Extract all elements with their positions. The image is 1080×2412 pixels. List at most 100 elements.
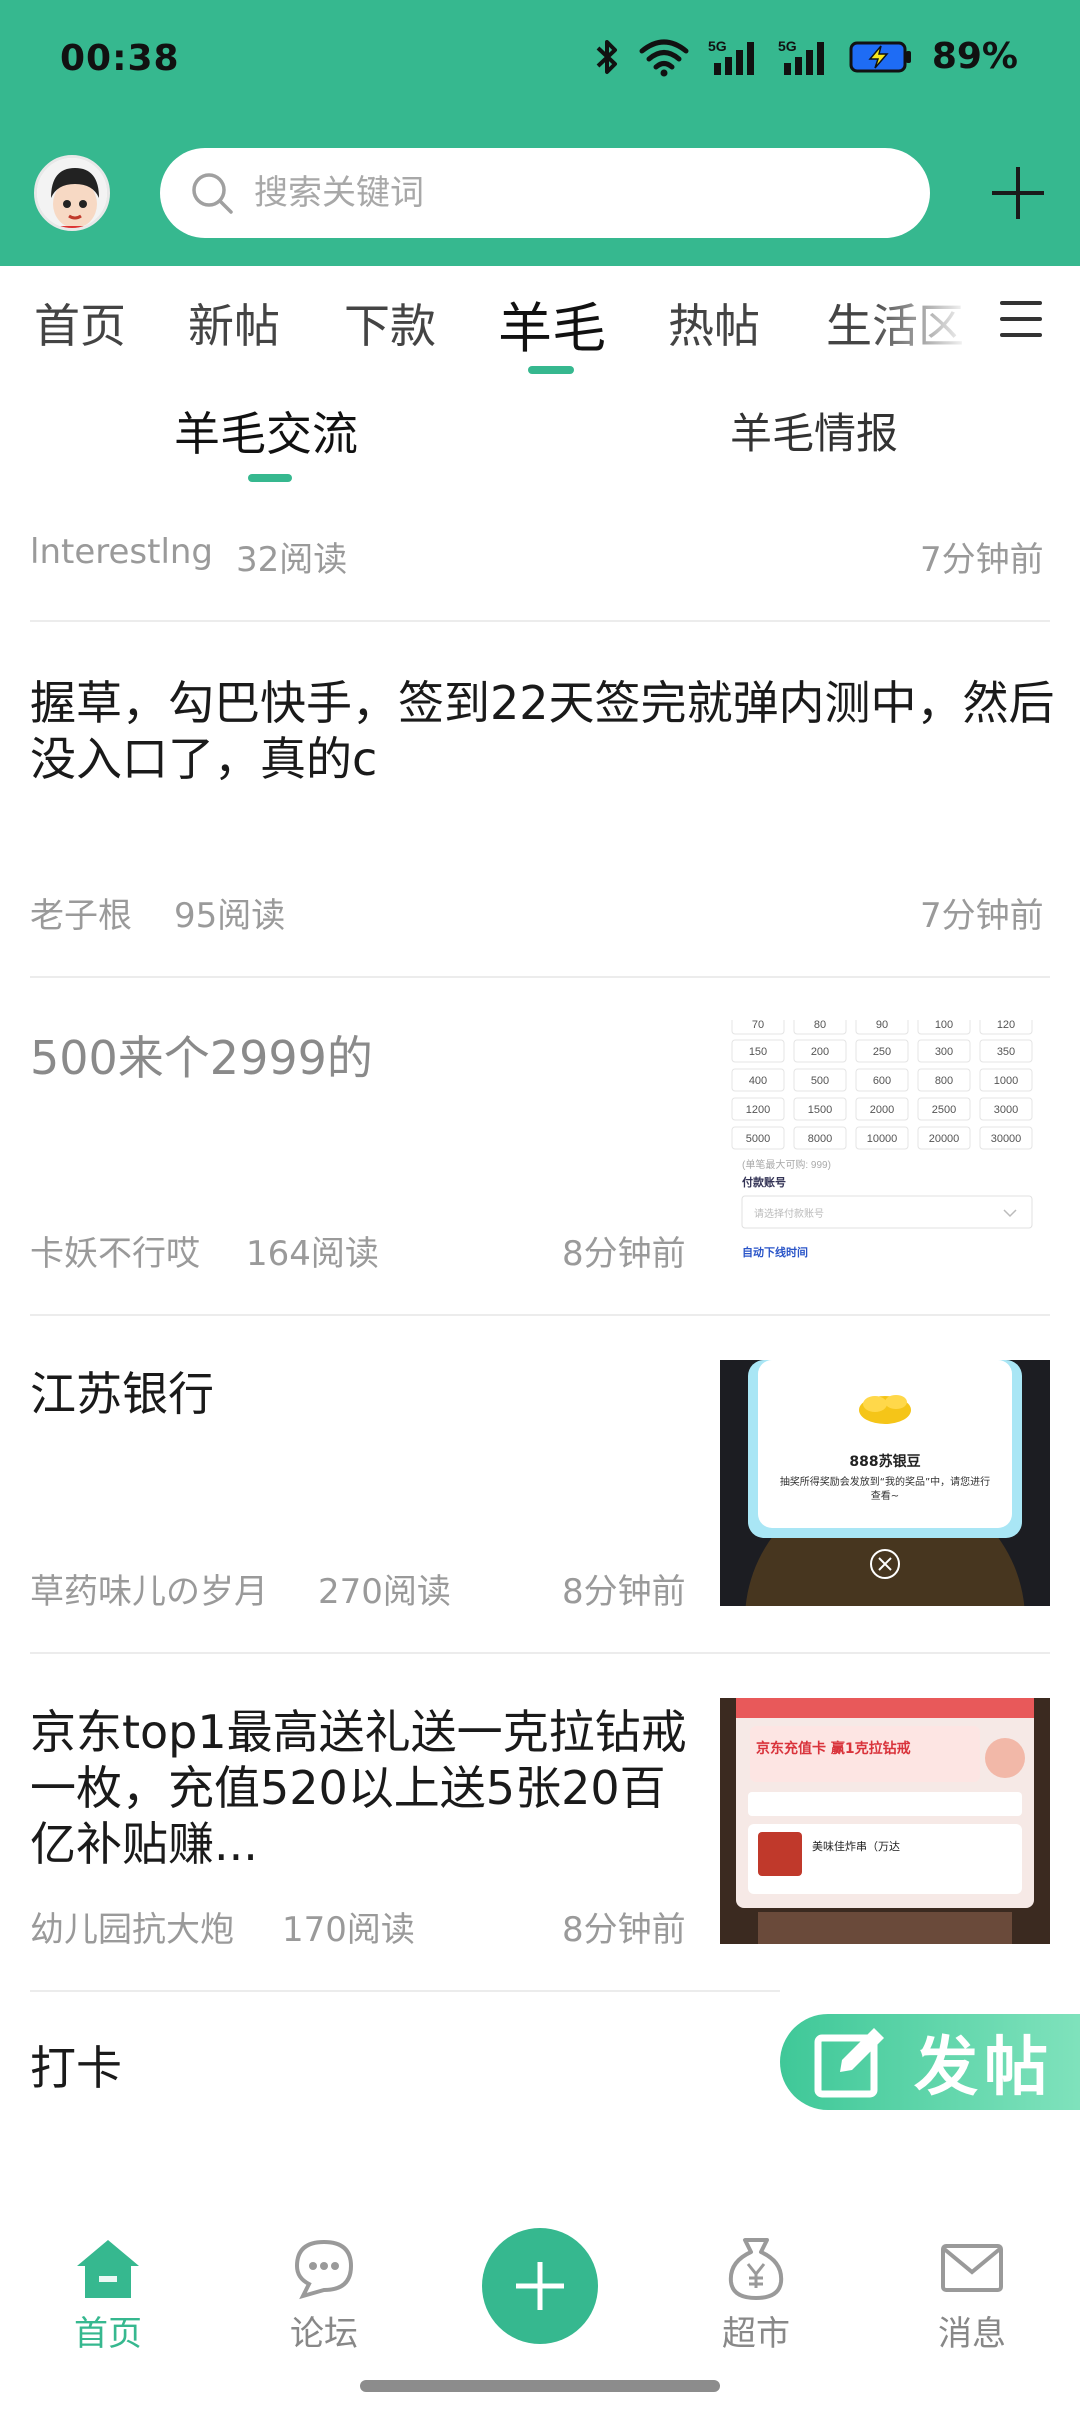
svg-text:2500: 2500 [932, 1104, 956, 1116]
status-bar: 00:38 5G 5G 89% [0, 0, 1080, 126]
svg-text:150: 150 [749, 1046, 767, 1058]
post-time: 8分钟前 [562, 1234, 686, 1274]
nav-add-button[interactable] [482, 2228, 598, 2344]
battery-percent: 89% [931, 36, 1018, 77]
status-time: 00:38 [60, 38, 180, 79]
bottom-nav: 首页 论坛 超市 消息 [0, 2190, 1080, 2412]
money-bag-icon [728, 2238, 784, 2300]
nav-forum[interactable]: 论坛 [254, 2236, 394, 2355]
svg-text:80: 80 [814, 1020, 826, 1031]
post-thumbnail: 888苏银豆 抽奖所得奖励会发放到“我的奖品”中，请您进行查看~ [720, 1360, 1050, 1606]
post-author: 老子根 [30, 896, 132, 936]
svg-text:2000: 2000 [870, 1104, 894, 1116]
svg-text:70: 70 [752, 1020, 764, 1031]
active-tab-indicator [528, 366, 574, 374]
grid-row-3: 1200 1500 2000 2500 3000 [731, 1097, 1033, 1121]
nav-messages-label: 消息 [938, 2314, 1006, 2354]
nav-market-label: 超市 [722, 2314, 790, 2354]
search-bar[interactable] [160, 148, 930, 238]
svg-text:8000: 8000 [808, 1133, 832, 1145]
svg-text:500: 500 [811, 1075, 829, 1087]
svg-text:5000: 5000 [746, 1133, 770, 1145]
post-thumbnail: 70 80 90 100 120 150 200 250 300 350 400… [720, 1020, 1050, 1266]
plus-icon [516, 2262, 564, 2310]
divider [30, 1314, 1050, 1316]
nav-market[interactable]: 超市 [686, 2236, 826, 2355]
svg-text:美味佳炸串（万达: 美味佳炸串（万达 [812, 1839, 900, 1853]
post-reads: 270阅读 [318, 1572, 451, 1612]
active-subtab-indicator [248, 474, 292, 482]
post-time: 7分钟前 [920, 540, 1044, 580]
svg-text:350: 350 [997, 1046, 1015, 1058]
post-author: lnterestlng [30, 532, 214, 572]
svg-text:20000: 20000 [929, 1133, 960, 1145]
search-input[interactable] [254, 173, 854, 213]
post-author: 幼儿园抗大炮 [30, 1910, 234, 1950]
post-title: 打卡 [30, 2041, 122, 2095]
signal-5g-icon-1: 5G [708, 38, 754, 75]
mail-icon [941, 2244, 1003, 2292]
wifi-icon [639, 39, 689, 76]
tab-home[interactable]: 首页 [34, 290, 126, 356]
nav-home-label: 首页 [74, 2314, 142, 2354]
add-icon[interactable] [990, 165, 1046, 221]
subtab-wool-intel[interactable]: 羊毛情报 [730, 400, 898, 461]
user-avatar[interactable] [34, 155, 110, 231]
divider [30, 976, 1050, 978]
grid-row-1: 150 200 250 300 350 [731, 1039, 1033, 1063]
new-post-button[interactable]: 发帖 [780, 2014, 1080, 2110]
svg-text:请选择付款账号: 请选择付款账号 [754, 1207, 824, 1220]
tab-loans[interactable]: 下款 [344, 290, 436, 356]
svg-text:800: 800 [935, 1075, 953, 1087]
svg-text:600: 600 [873, 1075, 891, 1087]
tab-new-posts[interactable]: 新帖 [188, 290, 280, 356]
svg-text:30000: 30000 [991, 1133, 1022, 1145]
svg-text:400: 400 [749, 1075, 767, 1087]
post-time: 7分钟前 [920, 896, 1044, 936]
post-author: 草药味儿の岁月 [30, 1572, 268, 1612]
nav-home[interactable]: 首页 [38, 2236, 178, 2355]
home-indicator[interactable] [360, 2380, 720, 2392]
status-icons: 5G 5G 89% [594, 36, 1018, 77]
post-title: 江苏银行 [30, 1367, 214, 1421]
thumbnail-jd-promo: 京东充值卡 赢1克拉钻戒 美味佳炸串（万达 [720, 1698, 1050, 1944]
divider [30, 1990, 780, 1992]
tabs-fade [870, 266, 970, 366]
post-reads: 32阅读 [236, 540, 348, 580]
svg-text:250: 250 [873, 1046, 891, 1058]
post-reads: 164阅读 [246, 1234, 379, 1274]
svg-text:1500: 1500 [808, 1104, 832, 1116]
header: 00:38 5G 5G 89% [0, 0, 1080, 266]
post-time: 8分钟前 [562, 1910, 686, 1950]
svg-text:100: 100 [935, 1020, 953, 1031]
avatar-image [37, 158, 107, 228]
svg-text:1200: 1200 [746, 1104, 770, 1116]
search-icon [192, 173, 233, 214]
post-reads: 95阅读 [174, 896, 286, 936]
menu-icon[interactable] [998, 298, 1044, 340]
svg-text:3000: 3000 [994, 1104, 1018, 1116]
tab-hot-posts[interactable]: 热帖 [668, 290, 760, 356]
battery-charging-icon [849, 41, 911, 72]
tab-wool[interactable]: 羊毛 [498, 284, 606, 363]
grid-row-2: 400 500 600 800 1000 [731, 1068, 1033, 1092]
svg-text:120: 120 [997, 1020, 1015, 1031]
post-title: 握草，勾巴快手，签到22天签完就弹内测中，然后没入口了，真的c [30, 676, 1055, 786]
svg-text:付款账号: 付款账号 [742, 1175, 786, 1189]
post-thumbnail: 京东充值卡 赢1克拉钻戒 美味佳炸串（万达 [720, 1698, 1050, 1944]
signal-5g-icon-2: 5G [778, 38, 824, 75]
nav-messages[interactable]: 消息 [902, 2236, 1042, 2355]
post-author: 卡妖不行哎 [30, 1234, 200, 1274]
bluetooth-icon [596, 39, 617, 74]
subtab-wool-exchange[interactable]: 羊毛交流 [174, 398, 358, 464]
divider [30, 1652, 1050, 1654]
svg-text:90: 90 [876, 1020, 888, 1031]
grid-row-0: 70 80 90 100 120 [731, 1020, 1033, 1035]
home-icon [77, 2240, 139, 2298]
svg-text:(单笔最大可购: 999): (单笔最大可购: 999) [742, 1158, 831, 1171]
post-title: 京东top1最高送礼送一克拉钻戒一枚，充值520以上送5张20百亿补贴赚... [30, 1705, 687, 1871]
chat-icon [294, 2239, 354, 2300]
thumbnail-promo-headline: 京东充值卡 赢1克拉钻戒 [756, 1741, 911, 1757]
nav-forum-label: 论坛 [290, 2314, 358, 2354]
svg-text:300: 300 [935, 1046, 953, 1058]
